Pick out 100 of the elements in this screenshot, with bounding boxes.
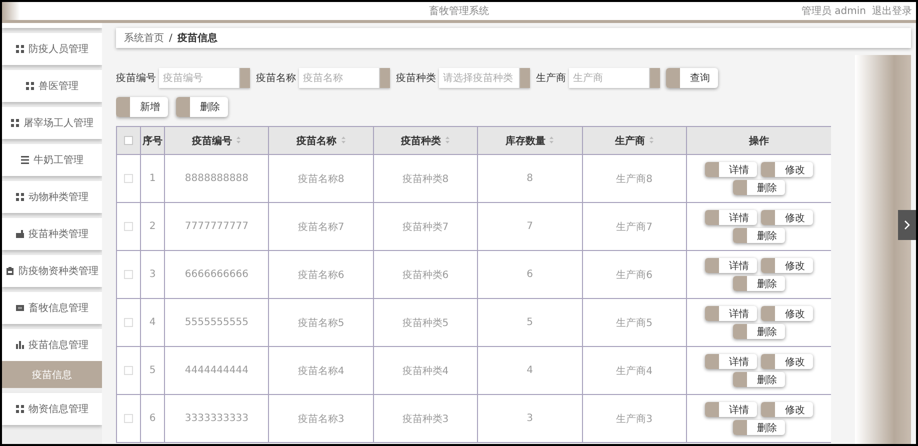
menu-item[interactable]: 兽医管理 xyxy=(2,70,102,102)
row-checkbox[interactable] xyxy=(124,318,133,327)
table-cell: 6666666666 xyxy=(184,269,248,280)
menu-item[interactable]: 物资信息管理 xyxy=(2,393,102,425)
grid-icon xyxy=(10,119,18,127)
grid-icon xyxy=(26,82,34,90)
table-cell: 2 xyxy=(149,221,156,232)
field-button[interactable] xyxy=(520,68,530,88)
field-label: 疫苗名称 xyxy=(256,72,296,85)
menu-item[interactable]: 畜牧信息管理 xyxy=(2,292,102,324)
table-cell: 7 xyxy=(526,221,534,232)
table-cell: 疫苗名称6 xyxy=(298,270,344,280)
list-icon xyxy=(20,156,28,164)
sort-icon xyxy=(549,136,554,144)
row-checkbox[interactable] xyxy=(124,366,133,375)
table-cell: 疫苗种类4 xyxy=(402,366,449,376)
briefcase-icon xyxy=(16,230,24,238)
table-cell: 1 xyxy=(149,173,156,184)
table-cell: 疫苗种类5 xyxy=(402,318,449,328)
sort-icon xyxy=(236,136,242,144)
row-action-button[interactable]: 删除 xyxy=(733,420,785,435)
field-button[interactable] xyxy=(650,68,660,88)
row-action-button[interactable]: 修改 xyxy=(761,210,813,225)
table-cell: 疫苗种类7 xyxy=(402,222,449,232)
field-label: 疫苗种类 xyxy=(396,72,436,85)
app-title: 畜牧管理系统 xyxy=(428,4,490,18)
table-cell: 生产商5 xyxy=(616,318,652,328)
chevron-right-icon xyxy=(904,220,910,230)
table-cell: 生产商7 xyxy=(616,222,652,232)
table-cell: 5555555555 xyxy=(184,317,248,328)
row-action-button[interactable]: 删除 xyxy=(733,180,785,195)
table-cell: 疫苗名称3 xyxy=(298,414,344,424)
row-action-button[interactable]: 详情 xyxy=(705,258,757,273)
row-action-button[interactable]: 删除 xyxy=(733,276,785,291)
select-all-checkbox[interactable] xyxy=(124,136,133,145)
column-header[interactable]: 疫苗编号 xyxy=(192,136,242,146)
row-checkbox[interactable] xyxy=(124,222,133,231)
table-cell: 6 xyxy=(149,413,156,424)
menu-item[interactable]: 疫苗信息管理 xyxy=(2,329,102,361)
search-field[interactable]: 请选择疫苗种类 xyxy=(439,68,520,88)
field-label: 生产商 xyxy=(536,72,566,85)
action-button[interactable]: 删除 xyxy=(176,97,228,117)
search-field[interactable]: 疫苗名称 xyxy=(299,68,380,88)
table-cell: 3 xyxy=(149,269,156,280)
column-header[interactable]: 操作 xyxy=(749,136,769,146)
row-checkbox[interactable] xyxy=(124,414,133,423)
row-action-button[interactable]: 详情 xyxy=(705,210,757,225)
field-button[interactable] xyxy=(240,68,250,88)
menu-item[interactable]: 疫苗种类管理 xyxy=(2,218,102,250)
row-action-button[interactable]: 详情 xyxy=(705,162,757,177)
row-action-button[interactable]: 修改 xyxy=(761,162,813,177)
breadcrumb-link[interactable]: 疫苗信息 xyxy=(177,31,218,45)
table-cell: 5 xyxy=(526,317,534,328)
menu-item[interactable]: 牛奶工管理 xyxy=(2,144,102,176)
table-cell: 生产商8 xyxy=(616,174,652,184)
column-header[interactable]: 库存数量 xyxy=(505,136,554,146)
row-action-button[interactable]: 删除 xyxy=(733,324,785,339)
column-header[interactable]: 生产商 xyxy=(614,136,654,146)
row-action-button[interactable]: 删除 xyxy=(733,372,785,387)
row-action-button[interactable]: 修改 xyxy=(761,354,813,369)
clipboard-icon xyxy=(6,267,14,275)
action-button[interactable]: 新增 xyxy=(116,97,168,117)
row-action-button[interactable]: 详情 xyxy=(705,306,757,321)
search-field[interactable]: 疫苗编号 xyxy=(159,68,240,88)
id-card-icon xyxy=(16,304,24,312)
column-header[interactable]: 疫苗名称 xyxy=(296,136,346,146)
field-button[interactable] xyxy=(380,68,390,88)
logout-link[interactable]: 退出登录 xyxy=(872,4,912,18)
menu-item[interactable]: 动物种类管理 xyxy=(2,181,102,213)
table-cell: 4 xyxy=(526,365,534,376)
row-checkbox[interactable] xyxy=(124,270,133,279)
table-cell: 5 xyxy=(149,365,156,376)
table-cell: 疫苗名称7 xyxy=(298,222,344,232)
breadcrumb-link[interactable]: 系统首页 xyxy=(124,31,164,45)
row-action-button[interactable]: 修改 xyxy=(761,258,813,273)
table-cell: 疫苗名称5 xyxy=(298,318,344,328)
grid-icon xyxy=(16,405,24,413)
row-action-button[interactable]: 详情 xyxy=(705,354,757,369)
table-cell: 4444444444 xyxy=(184,365,248,376)
column-header[interactable]: 疫苗种类 xyxy=(400,136,450,146)
table-cell: 疫苗名称8 xyxy=(298,174,344,184)
search-button[interactable]: 查询 xyxy=(666,68,718,88)
table-cell: 3333333333 xyxy=(184,413,248,424)
menu-item[interactable]: 防疫人员管理 xyxy=(2,33,102,65)
next-button[interactable] xyxy=(898,210,916,240)
field-label: 疫苗编号 xyxy=(116,72,156,85)
table-cell: 8 xyxy=(526,173,534,184)
table-cell: 3 xyxy=(526,413,534,424)
search-field[interactable]: 生产商 xyxy=(569,68,650,88)
row-action-button[interactable]: 修改 xyxy=(761,402,813,417)
breadcrumb-separator: / xyxy=(169,32,172,44)
menu-item[interactable]: 防疫物资种类管理 xyxy=(2,255,102,287)
row-action-button[interactable]: 修改 xyxy=(761,306,813,321)
table-cell: 8888888888 xyxy=(184,173,248,184)
menu-item[interactable]: 屠宰场工人管理 xyxy=(2,107,102,139)
row-action-button[interactable]: 删除 xyxy=(733,228,785,243)
sort-icon xyxy=(648,136,654,144)
row-checkbox[interactable] xyxy=(124,174,133,183)
table-cell: 4 xyxy=(149,317,156,328)
row-action-button[interactable]: 详情 xyxy=(705,402,757,417)
